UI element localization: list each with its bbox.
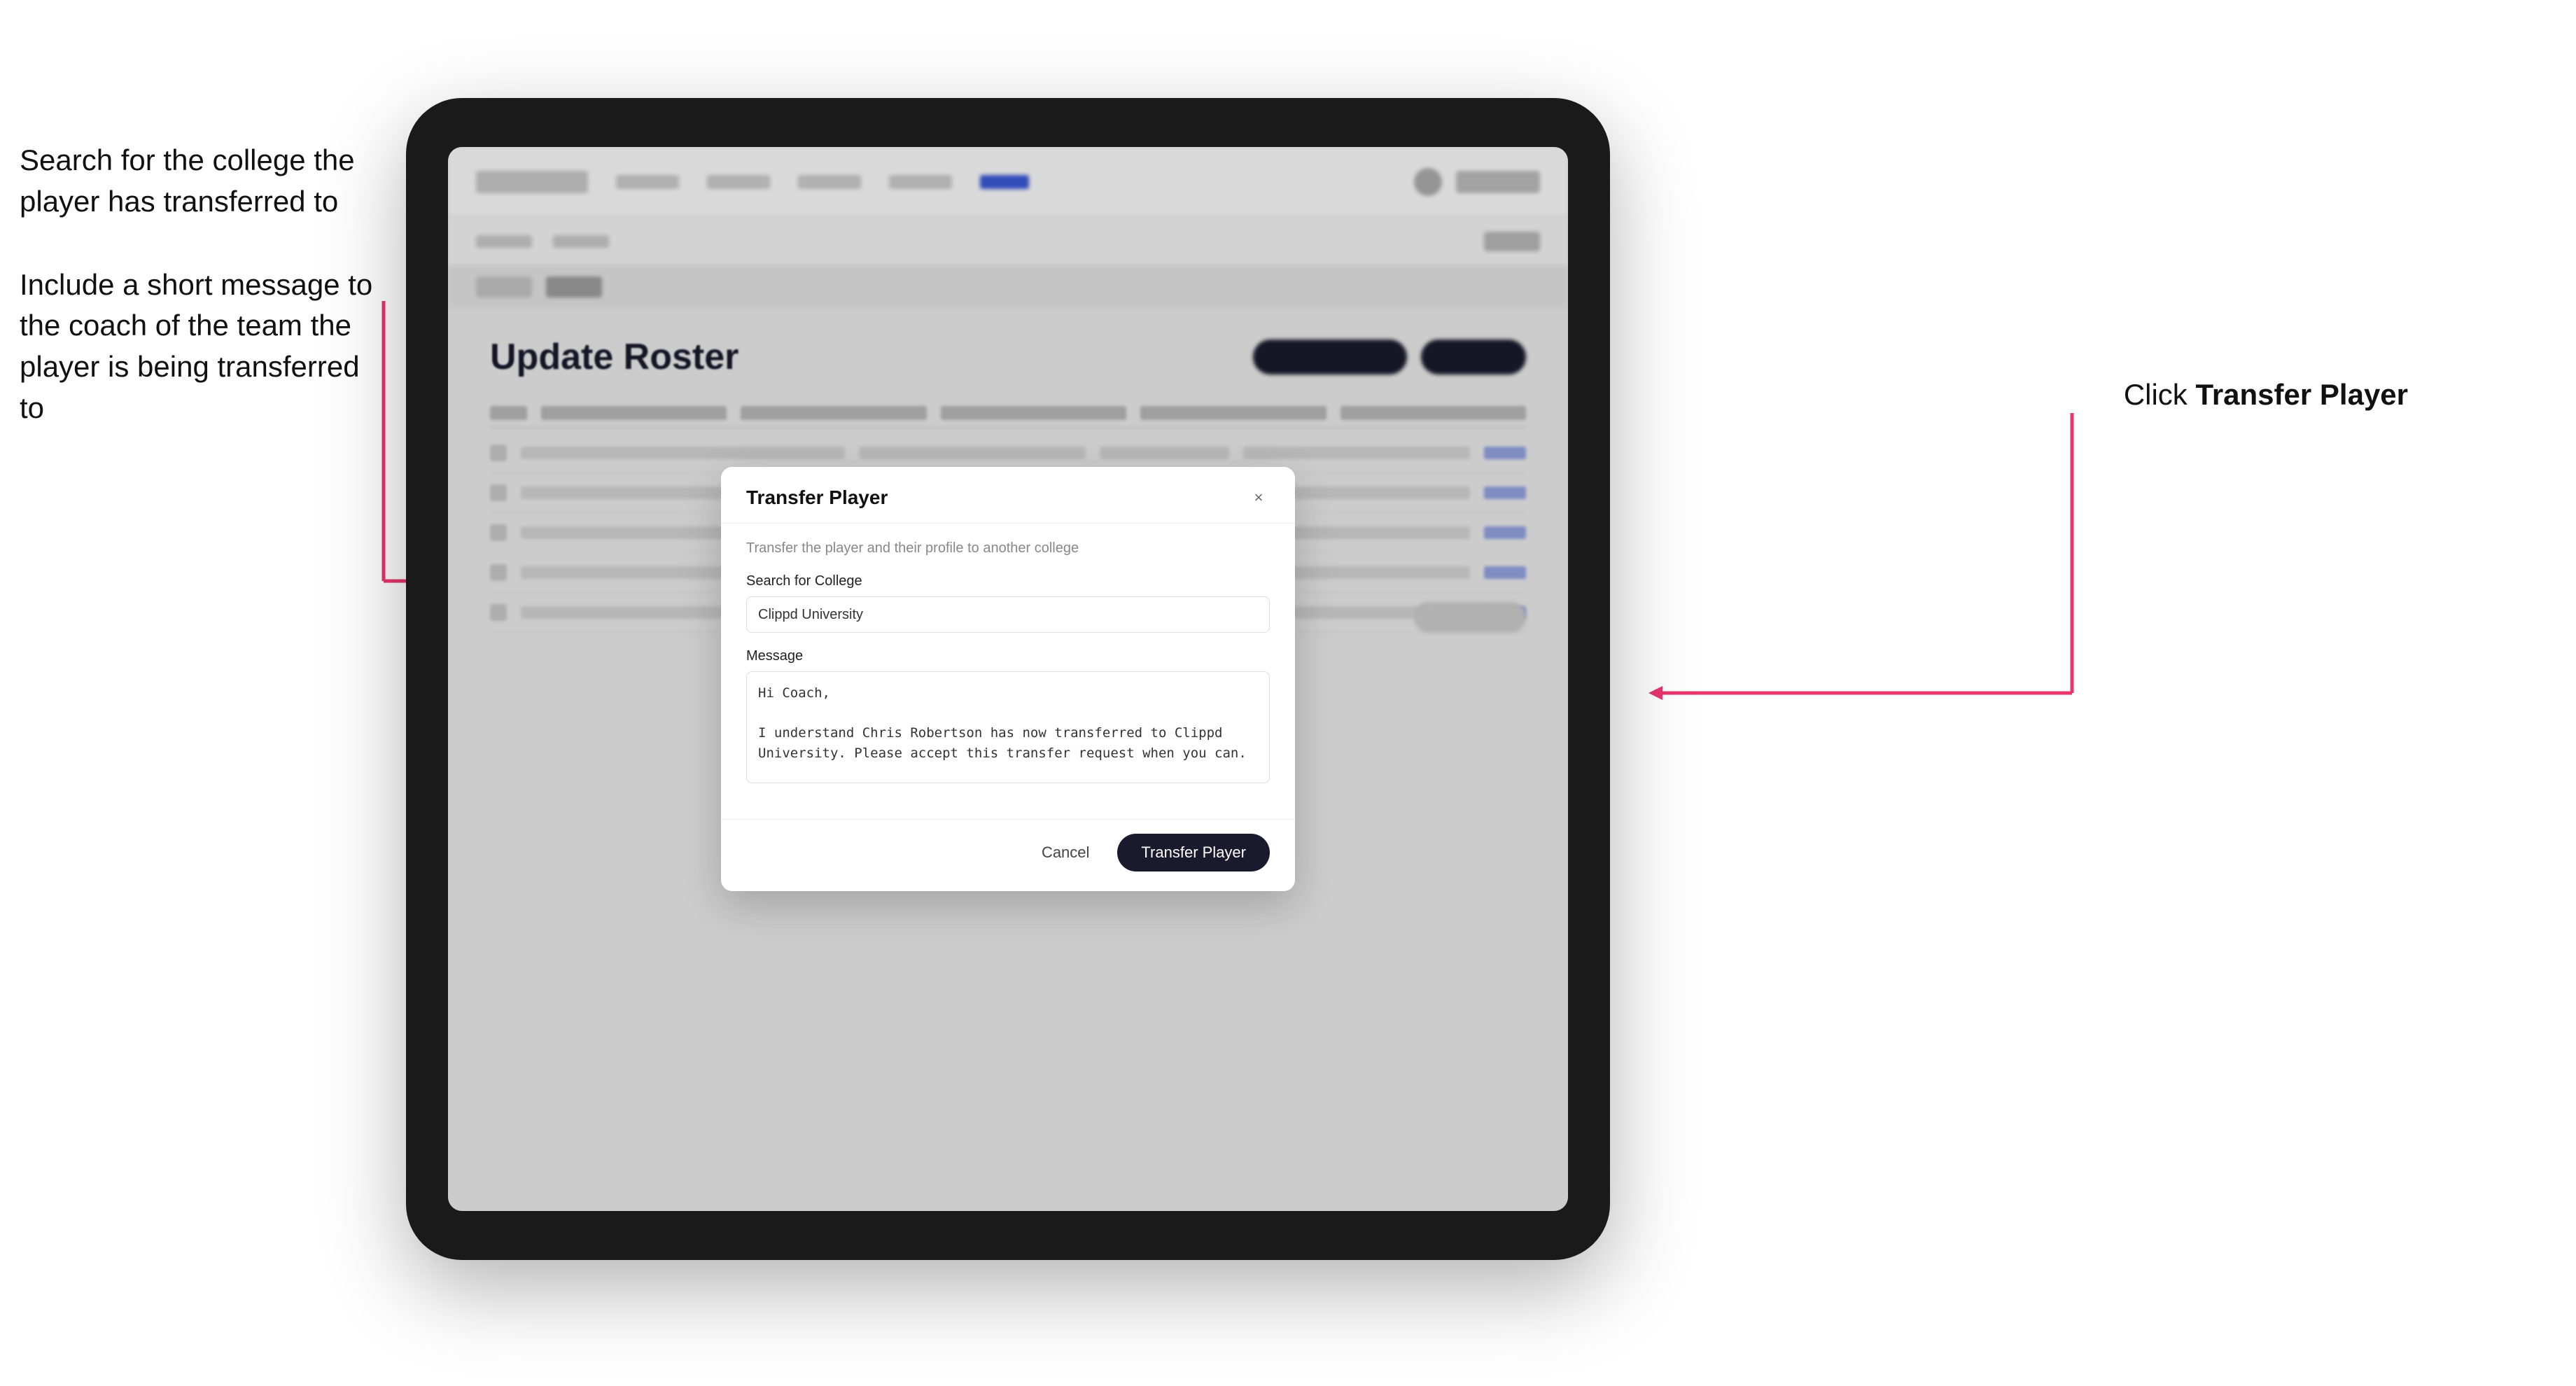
- modal-subtitle: Transfer the player and their profile to…: [746, 540, 1270, 556]
- annotation-right-container: Click Transfer Player: [2124, 378, 2408, 412]
- annotation-transfer-player-text: Transfer Player: [2195, 378, 2408, 411]
- modal-footer: Cancel Transfer Player: [721, 819, 1295, 891]
- modal-body: Transfer the player and their profile to…: [721, 524, 1295, 819]
- modal-overlay: Transfer Player × Transfer the player an…: [448, 147, 1568, 1211]
- modal-header: Transfer Player ×: [721, 467, 1295, 524]
- search-college-group: Search for College: [746, 573, 1270, 633]
- annotation-search-text: Search for the college the player has tr…: [20, 140, 384, 223]
- message-label: Message: [746, 648, 1270, 664]
- annotation-click-text: Click: [2124, 378, 2196, 411]
- tablet-screen: Update Roster: [448, 147, 1568, 1211]
- annotation-message-text: Include a short message to the coach of …: [20, 265, 384, 429]
- search-college-label: Search for College: [746, 573, 1270, 589]
- message-group: Message Hi Coach, I understand Chris Rob…: [746, 648, 1270, 787]
- tablet-frame: Update Roster: [406, 98, 1610, 1260]
- modal-title: Transfer Player: [746, 486, 888, 509]
- transfer-player-button[interactable]: Transfer Player: [1117, 834, 1270, 872]
- annotation-left-container: Search for the college the player has tr…: [20, 140, 384, 471]
- message-textarea[interactable]: Hi Coach, I understand Chris Robertson h…: [746, 671, 1270, 783]
- search-college-input[interactable]: [746, 596, 1270, 633]
- transfer-player-modal: Transfer Player × Transfer the player an…: [721, 467, 1295, 891]
- modal-close-button[interactable]: ×: [1247, 486, 1270, 509]
- cancel-button[interactable]: Cancel: [1028, 836, 1103, 869]
